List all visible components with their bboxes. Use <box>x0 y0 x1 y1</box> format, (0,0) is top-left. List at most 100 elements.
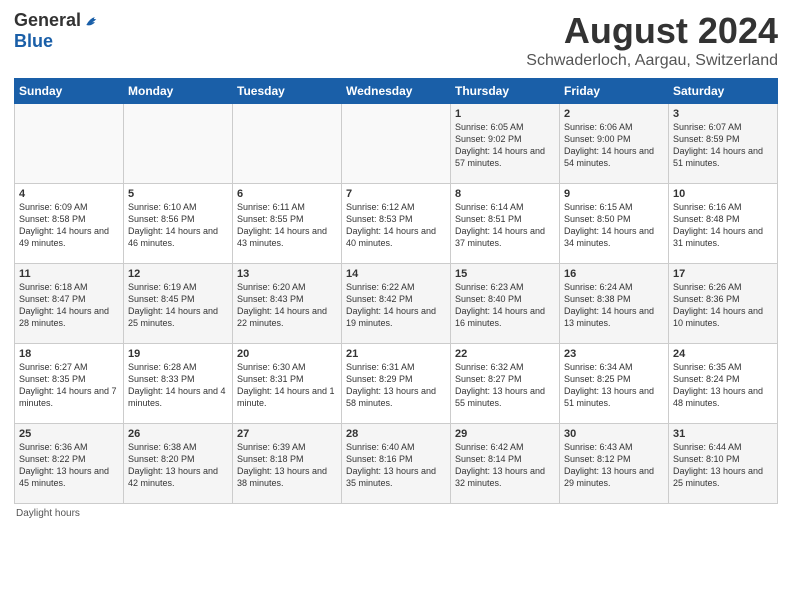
calendar-cell: 4Sunrise: 6:09 AM Sunset: 8:58 PM Daylig… <box>15 184 124 264</box>
calendar-cell: 13Sunrise: 6:20 AM Sunset: 8:43 PM Dayli… <box>233 264 342 344</box>
day-number: 28 <box>346 428 446 440</box>
calendar-cell: 14Sunrise: 6:22 AM Sunset: 8:42 PM Dayli… <box>342 264 451 344</box>
calendar-cell: 16Sunrise: 6:24 AM Sunset: 8:38 PM Dayli… <box>560 264 669 344</box>
calendar-cell: 30Sunrise: 6:43 AM Sunset: 8:12 PM Dayli… <box>560 424 669 504</box>
calendar-table: SundayMondayTuesdayWednesdayThursdayFrid… <box>14 78 778 504</box>
calendar-cell <box>233 104 342 184</box>
calendar-row: 11Sunrise: 6:18 AM Sunset: 8:47 PM Dayli… <box>15 264 778 344</box>
day-number: 11 <box>19 268 119 280</box>
calendar-cell: 20Sunrise: 6:30 AM Sunset: 8:31 PM Dayli… <box>233 344 342 424</box>
day-content: Sunrise: 6:23 AM Sunset: 8:40 PM Dayligh… <box>455 281 555 330</box>
calendar-cell: 1Sunrise: 6:05 AM Sunset: 9:02 PM Daylig… <box>451 104 560 184</box>
day-number: 26 <box>128 428 228 440</box>
day-content: Sunrise: 6:44 AM Sunset: 8:10 PM Dayligh… <box>673 441 773 490</box>
calendar-body: 1Sunrise: 6:05 AM Sunset: 9:02 PM Daylig… <box>15 104 778 504</box>
day-content: Sunrise: 6:42 AM Sunset: 8:14 PM Dayligh… <box>455 441 555 490</box>
calendar-cell: 8Sunrise: 6:14 AM Sunset: 8:51 PM Daylig… <box>451 184 560 264</box>
calendar-row: 18Sunrise: 6:27 AM Sunset: 8:35 PM Dayli… <box>15 344 778 424</box>
day-number: 19 <box>128 348 228 360</box>
calendar-cell: 9Sunrise: 6:15 AM Sunset: 8:50 PM Daylig… <box>560 184 669 264</box>
day-content: Sunrise: 6:06 AM Sunset: 9:00 PM Dayligh… <box>564 121 664 170</box>
subtitle: Schwaderloch, Aargau, Switzerland <box>526 52 778 70</box>
day-number: 2 <box>564 108 664 120</box>
day-content: Sunrise: 6:19 AM Sunset: 8:45 PM Dayligh… <box>128 281 228 330</box>
day-number: 18 <box>19 348 119 360</box>
day-content: Sunrise: 6:40 AM Sunset: 8:16 PM Dayligh… <box>346 441 446 490</box>
calendar-cell: 5Sunrise: 6:10 AM Sunset: 8:56 PM Daylig… <box>124 184 233 264</box>
day-number: 12 <box>128 268 228 280</box>
day-number: 15 <box>455 268 555 280</box>
calendar-cell: 17Sunrise: 6:26 AM Sunset: 8:36 PM Dayli… <box>669 264 778 344</box>
day-number: 29 <box>455 428 555 440</box>
calendar-cell: 26Sunrise: 6:38 AM Sunset: 8:20 PM Dayli… <box>124 424 233 504</box>
calendar-row: 1Sunrise: 6:05 AM Sunset: 9:02 PM Daylig… <box>15 104 778 184</box>
logo-general-text: General <box>14 10 81 31</box>
day-content: Sunrise: 6:43 AM Sunset: 8:12 PM Dayligh… <box>564 441 664 490</box>
calendar-cell: 22Sunrise: 6:32 AM Sunset: 8:27 PM Dayli… <box>451 344 560 424</box>
day-content: Sunrise: 6:14 AM Sunset: 8:51 PM Dayligh… <box>455 201 555 250</box>
day-content: Sunrise: 6:27 AM Sunset: 8:35 PM Dayligh… <box>19 361 119 410</box>
day-number: 14 <box>346 268 446 280</box>
calendar-cell <box>124 104 233 184</box>
day-content: Sunrise: 6:38 AM Sunset: 8:20 PM Dayligh… <box>128 441 228 490</box>
day-content: Sunrise: 6:26 AM Sunset: 8:36 PM Dayligh… <box>673 281 773 330</box>
day-content: Sunrise: 6:12 AM Sunset: 8:53 PM Dayligh… <box>346 201 446 250</box>
calendar-cell: 31Sunrise: 6:44 AM Sunset: 8:10 PM Dayli… <box>669 424 778 504</box>
weekday-header-monday: Monday <box>124 79 233 104</box>
logo-blue-text: Blue <box>14 31 53 52</box>
day-number: 1 <box>455 108 555 120</box>
weekday-header-sunday: Sunday <box>15 79 124 104</box>
day-content: Sunrise: 6:31 AM Sunset: 8:29 PM Dayligh… <box>346 361 446 410</box>
day-number: 27 <box>237 428 337 440</box>
day-content: Sunrise: 6:30 AM Sunset: 8:31 PM Dayligh… <box>237 361 337 410</box>
title-block: August 2024 Schwaderloch, Aargau, Switze… <box>526 10 778 70</box>
calendar-header: SundayMondayTuesdayWednesdayThursdayFrid… <box>15 79 778 104</box>
calendar-cell: 7Sunrise: 6:12 AM Sunset: 8:53 PM Daylig… <box>342 184 451 264</box>
day-number: 25 <box>19 428 119 440</box>
day-content: Sunrise: 6:20 AM Sunset: 8:43 PM Dayligh… <box>237 281 337 330</box>
day-number: 20 <box>237 348 337 360</box>
weekday-header-thursday: Thursday <box>451 79 560 104</box>
main-title: August 2024 <box>526 10 778 52</box>
day-content: Sunrise: 6:05 AM Sunset: 9:02 PM Dayligh… <box>455 121 555 170</box>
day-content: Sunrise: 6:24 AM Sunset: 8:38 PM Dayligh… <box>564 281 664 330</box>
day-content: Sunrise: 6:32 AM Sunset: 8:27 PM Dayligh… <box>455 361 555 410</box>
day-content: Sunrise: 6:11 AM Sunset: 8:55 PM Dayligh… <box>237 201 337 250</box>
calendar-cell: 10Sunrise: 6:16 AM Sunset: 8:48 PM Dayli… <box>669 184 778 264</box>
calendar-cell <box>15 104 124 184</box>
day-content: Sunrise: 6:35 AM Sunset: 8:24 PM Dayligh… <box>673 361 773 410</box>
day-number: 21 <box>346 348 446 360</box>
calendar-cell: 29Sunrise: 6:42 AM Sunset: 8:14 PM Dayli… <box>451 424 560 504</box>
day-content: Sunrise: 6:07 AM Sunset: 8:59 PM Dayligh… <box>673 121 773 170</box>
calendar-cell: 11Sunrise: 6:18 AM Sunset: 8:47 PM Dayli… <box>15 264 124 344</box>
day-content: Sunrise: 6:28 AM Sunset: 8:33 PM Dayligh… <box>128 361 228 410</box>
day-number: 13 <box>237 268 337 280</box>
calendar-row: 4Sunrise: 6:09 AM Sunset: 8:58 PM Daylig… <box>15 184 778 264</box>
calendar-cell: 18Sunrise: 6:27 AM Sunset: 8:35 PM Dayli… <box>15 344 124 424</box>
day-number: 16 <box>564 268 664 280</box>
weekday-header-saturday: Saturday <box>669 79 778 104</box>
calendar-cell: 21Sunrise: 6:31 AM Sunset: 8:29 PM Dayli… <box>342 344 451 424</box>
page: General Blue August 2024 Schwaderloch, A… <box>0 0 792 612</box>
header: General Blue August 2024 Schwaderloch, A… <box>14 10 778 70</box>
day-content: Sunrise: 6:16 AM Sunset: 8:48 PM Dayligh… <box>673 201 773 250</box>
day-content: Sunrise: 6:09 AM Sunset: 8:58 PM Dayligh… <box>19 201 119 250</box>
calendar-cell: 24Sunrise: 6:35 AM Sunset: 8:24 PM Dayli… <box>669 344 778 424</box>
day-number: 31 <box>673 428 773 440</box>
calendar-cell: 6Sunrise: 6:11 AM Sunset: 8:55 PM Daylig… <box>233 184 342 264</box>
calendar-row: 25Sunrise: 6:36 AM Sunset: 8:22 PM Dayli… <box>15 424 778 504</box>
day-number: 17 <box>673 268 773 280</box>
day-content: Sunrise: 6:10 AM Sunset: 8:56 PM Dayligh… <box>128 201 228 250</box>
day-number: 7 <box>346 188 446 200</box>
weekday-header-tuesday: Tuesday <box>233 79 342 104</box>
calendar-cell: 27Sunrise: 6:39 AM Sunset: 8:18 PM Dayli… <box>233 424 342 504</box>
day-content: Sunrise: 6:22 AM Sunset: 8:42 PM Dayligh… <box>346 281 446 330</box>
day-number: 30 <box>564 428 664 440</box>
day-number: 10 <box>673 188 773 200</box>
day-content: Sunrise: 6:39 AM Sunset: 8:18 PM Dayligh… <box>237 441 337 490</box>
header-row: SundayMondayTuesdayWednesdayThursdayFrid… <box>15 79 778 104</box>
day-number: 8 <box>455 188 555 200</box>
day-number: 22 <box>455 348 555 360</box>
day-content: Sunrise: 6:18 AM Sunset: 8:47 PM Dayligh… <box>19 281 119 330</box>
calendar-cell: 15Sunrise: 6:23 AM Sunset: 8:40 PM Dayli… <box>451 264 560 344</box>
